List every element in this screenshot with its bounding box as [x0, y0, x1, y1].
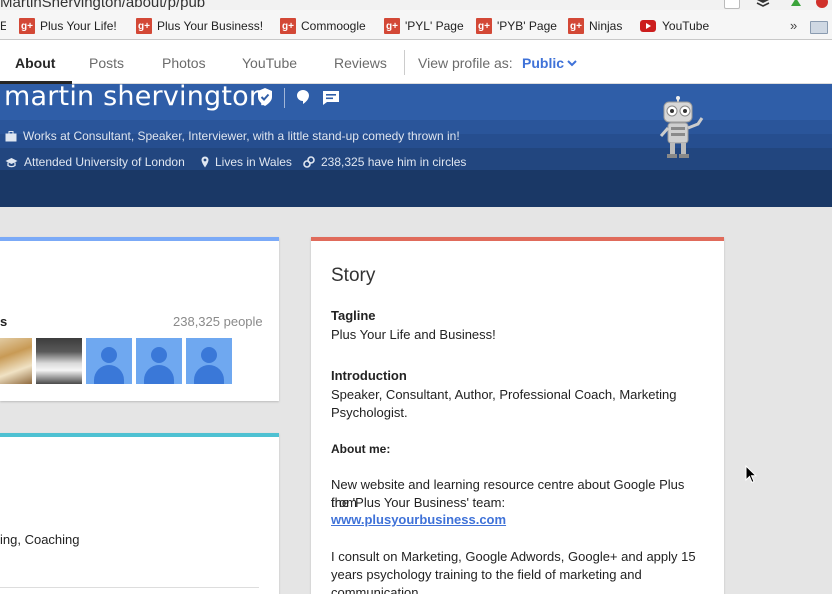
- bookmark-plus-your-business[interactable]: g+ Plus Your Business!: [136, 17, 263, 35]
- profile-header: martin shervington Works at Consultant, …: [0, 84, 832, 207]
- address-bar-url[interactable]: MartinShervington/about/p/pub: [0, 0, 205, 10]
- mouse-cursor-icon: [745, 465, 757, 484]
- location-pin-icon: [201, 156, 209, 168]
- circles-count[interactable]: 238,325 people: [173, 314, 263, 329]
- about-me-label: About me:: [331, 442, 391, 456]
- avatar[interactable]: [36, 338, 82, 384]
- tagline-text: Plus Your Life and Business!: [331, 327, 496, 342]
- nav-divider: [404, 50, 405, 75]
- avatar[interactable]: [136, 338, 182, 384]
- website-link[interactable]: www.plusyourbusiness.com: [331, 512, 506, 527]
- work-info: Works at Consultant, Speaker, Interviewe…: [5, 129, 460, 143]
- red-extension-icon[interactable]: [815, 0, 829, 8]
- google-plus-icon: g+: [19, 18, 35, 34]
- message-icon[interactable]: [322, 90, 340, 106]
- avatar[interactable]: [0, 338, 32, 384]
- introduction-text: Speaker, Consultant, Author, Professiona…: [331, 387, 677, 402]
- header-divider: [284, 88, 285, 108]
- circles-card: s 238,325 people: [0, 237, 279, 401]
- google-plus-icon: g+: [476, 18, 492, 34]
- avatar[interactable]: [186, 338, 232, 384]
- briefcase-icon: [5, 130, 17, 141]
- introduction-label: Introduction: [331, 368, 407, 383]
- youtube-icon: [640, 20, 656, 32]
- bookmark-star-icon[interactable]: [724, 0, 740, 9]
- tab-reviews[interactable]: Reviews: [334, 55, 387, 71]
- skills-text: ing, Coaching: [0, 532, 80, 547]
- verified-shield-icon: [258, 88, 272, 106]
- about-me-text: communication: [331, 585, 419, 594]
- tab-about[interactable]: About: [15, 55, 55, 71]
- bookmark-label: 'PYL' Page: [405, 19, 464, 33]
- work-text: Works at Consultant, Speaker, Interviewe…: [23, 129, 460, 143]
- bookmark-label: Plus Your Life!: [40, 19, 117, 33]
- google-plus-icon: g+: [136, 18, 152, 34]
- work-card: ing, Coaching: [0, 433, 279, 594]
- bookmark-label: Commoogle: [301, 19, 366, 33]
- story-title: Story: [331, 265, 376, 286]
- graduation-cap-icon: [5, 157, 18, 167]
- bookmark-pyb-page[interactable]: g+ 'PYB' Page: [476, 17, 557, 35]
- google-plus-icon: g+: [568, 18, 584, 34]
- robot-icon: [659, 96, 704, 158]
- chevron-down-icon[interactable]: [566, 57, 578, 69]
- hangout-icon[interactable]: [296, 89, 310, 105]
- bookmark-ninjas[interactable]: g+ Ninjas: [568, 17, 622, 35]
- layers-extension-icon[interactable]: [756, 0, 770, 8]
- circles-card-title: s: [0, 314, 8, 329]
- bookmark-commoogle[interactable]: g+ Commoogle: [280, 17, 366, 35]
- divider: [0, 587, 259, 588]
- bookmark-fragment[interactable]: E: [0, 17, 6, 35]
- circles-info: 238,325 have him in circles: [303, 155, 466, 169]
- about-me-text: years psychology training to the field o…: [331, 567, 642, 582]
- more-bookmarks-chevron[interactable]: »: [790, 18, 797, 33]
- location-info: Lives in Wales: [201, 155, 292, 169]
- profile-nav: About Posts Photos YouTube Reviews View …: [0, 40, 832, 84]
- bookmark-label: Ninjas: [589, 19, 623, 33]
- bookmark-plus-your-life[interactable]: g+ Plus Your Life!: [19, 17, 117, 35]
- profile-name: martin shervington: [4, 84, 267, 112]
- bookmark-label: Plus Your Business!: [157, 19, 264, 33]
- folder-icon[interactable]: [810, 21, 828, 34]
- tab-posts[interactable]: Posts: [89, 55, 124, 71]
- education-text: Attended University of London: [24, 155, 185, 169]
- bookmark-pyl-page[interactable]: g+ 'PYL' Page: [384, 17, 464, 35]
- google-plus-icon: g+: [280, 18, 296, 34]
- location-text: Lives in Wales: [215, 155, 292, 169]
- bookmarks-bar: E g+ Plus Your Life! g+ Plus Your Busine…: [0, 10, 832, 40]
- about-me-text: I consult on Marketing, Google Adwords, …: [331, 549, 696, 564]
- view-profile-as-select[interactable]: Public: [522, 55, 564, 71]
- link-icon: [303, 156, 315, 168]
- header-band: [0, 170, 832, 207]
- circles-text: 238,325 have him in circles: [321, 155, 467, 169]
- introduction-text: Psychologist.: [331, 405, 408, 420]
- tab-youtube[interactable]: YouTube: [242, 55, 297, 71]
- green-arrow-extension-icon[interactable]: [789, 0, 803, 8]
- avatar[interactable]: [86, 338, 132, 384]
- address-bar[interactable]: MartinShervington/about/p/pub: [0, 0, 832, 10]
- story-card: Story Tagline Plus Your Life and Busines…: [311, 237, 724, 594]
- bookmark-label: YouTube: [662, 19, 710, 33]
- bookmark-youtube[interactable]: YouTube: [640, 17, 709, 35]
- tab-photos[interactable]: Photos: [162, 55, 206, 71]
- education-info: Attended University of London: [5, 155, 185, 169]
- bookmark-label: 'PYB' Page: [497, 19, 557, 33]
- google-plus-icon: g+: [384, 18, 400, 34]
- tagline-label: Tagline: [331, 308, 376, 323]
- view-profile-as-label: View profile as:: [418, 55, 513, 71]
- about-me-text: the 'Plus Your Business' team:: [331, 495, 506, 510]
